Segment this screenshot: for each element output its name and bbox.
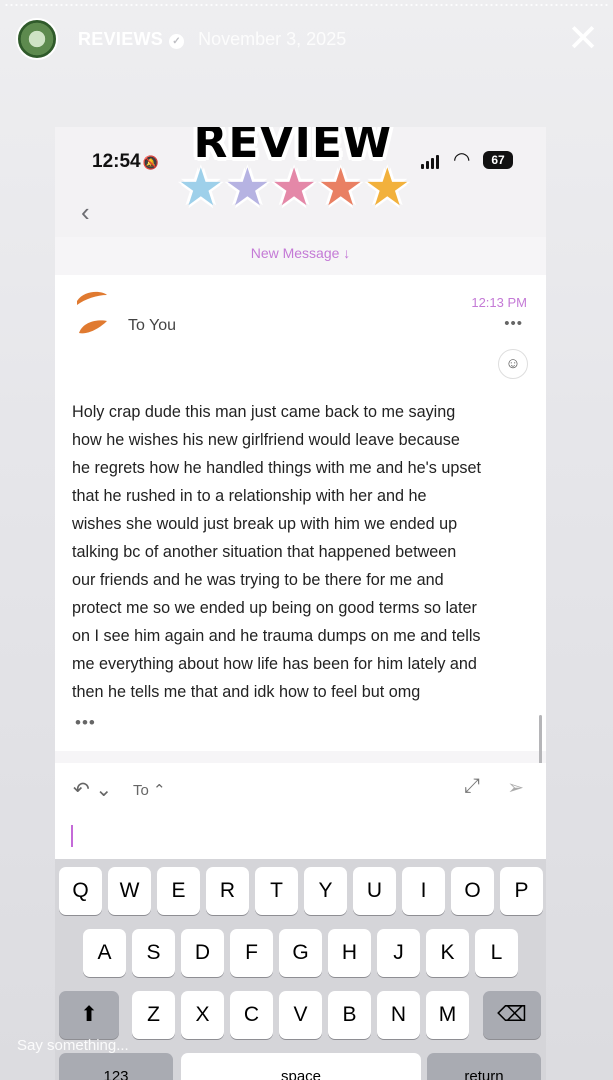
expand-icon[interactable]: ⤢: [464, 775, 480, 798]
story-date: November 3, 2025: [198, 28, 347, 49]
key-m[interactable]: M: [426, 991, 469, 1039]
text-cursor[interactable]: [71, 825, 73, 847]
key-g[interactable]: G: [279, 929, 322, 977]
message-line: talking bc of another situation that hap…: [72, 543, 457, 561]
story-progress-bar: [4, 4, 609, 6]
key-h[interactable]: H: [328, 929, 371, 977]
key-t[interactable]: T: [255, 867, 298, 915]
key-o[interactable]: O: [451, 867, 494, 915]
key-f[interactable]: F: [230, 929, 273, 977]
numbers-key[interactable]: 123: [59, 1053, 173, 1080]
key-a[interactable]: A: [83, 929, 126, 977]
back-chevron-icon[interactable]: ‹: [81, 197, 90, 228]
silent-bell-icon: 🔕: [142, 155, 159, 170]
message-line: on I see him again and he trauma dumps o…: [72, 627, 481, 645]
sender-logo-icon: [77, 291, 107, 334]
key-b[interactable]: B: [328, 991, 371, 1039]
battery-icon: 67: [483, 151, 513, 169]
wifi-icon: ◠: [453, 149, 471, 171]
message-body: Holy crap dude this man just came back t…: [72, 398, 524, 706]
key-q[interactable]: Q: [59, 867, 102, 915]
star-icon: ★: [363, 159, 411, 217]
message-card: To You 12:13 PM ••• ☺ Holy crap dude thi…: [55, 275, 546, 791]
key-p[interactable]: P: [500, 867, 543, 915]
key-n[interactable]: N: [377, 991, 420, 1039]
star-icon: ★: [270, 159, 318, 217]
send-icon[interactable]: ➢: [507, 775, 524, 800]
recipient-label: To You: [128, 317, 177, 334]
star-icon: ★: [224, 159, 271, 217]
key-r[interactable]: R: [206, 867, 249, 915]
star-icon: ★: [177, 159, 225, 217]
key-j[interactable]: J: [377, 929, 420, 977]
message-line: me everything about how life has been fo…: [72, 655, 477, 673]
screenshot-frame: 12:54 🔕 ◠ 67 ‹ REVIEW ★ ★ ★ ★ ★ New Messa…: [55, 127, 546, 1080]
key-e[interactable]: E: [157, 867, 200, 915]
return-key[interactable]: return: [427, 1053, 541, 1080]
key-y[interactable]: Y: [304, 867, 347, 915]
message-line: that he rushed in to a relationship with…: [72, 487, 427, 505]
expand-quote-button[interactable]: •••: [75, 713, 96, 733]
star-icon: ★: [317, 159, 364, 217]
key-l[interactable]: L: [475, 929, 518, 977]
account-name[interactable]: REVIEWS ✓: [78, 29, 185, 50]
new-message-indicator[interactable]: New Message ↓: [55, 245, 546, 261]
message-line: then he tells me that and idk how to fee…: [72, 683, 421, 701]
story-header: REVIEWS ✓ November 3, 2025 ✕: [16, 18, 599, 60]
message-line: our friends and he was trying to be ther…: [72, 571, 444, 589]
key-w[interactable]: W: [108, 867, 151, 915]
key-d[interactable]: D: [181, 929, 224, 977]
review-sticker: REVIEW ★ ★ ★ ★ ★: [163, 127, 425, 233]
message-line: protect me so we ended up being on good …: [72, 599, 477, 617]
backspace-icon[interactable]: ⌫: [483, 991, 541, 1039]
more-icon[interactable]: •••: [504, 315, 523, 332]
key-i[interactable]: I: [402, 867, 445, 915]
reply-icon[interactable]: ↶ ⌄: [73, 777, 112, 802]
close-icon[interactable]: ✕: [567, 20, 599, 58]
emoji-icon[interactable]: ☺: [498, 349, 528, 379]
account-avatar[interactable]: [16, 18, 58, 60]
key-c[interactable]: C: [230, 991, 273, 1039]
story-reply-input[interactable]: Say something...: [17, 1037, 129, 1054]
key-x[interactable]: X: [181, 991, 224, 1039]
message-time: 12:13 PM: [471, 295, 527, 310]
message-line: wishes she would just break up with him …: [72, 515, 458, 533]
reply-composer: ↶ ⌄ To ⌃ ⤢ ➢: [55, 763, 546, 859]
space-key[interactable]: space: [181, 1053, 421, 1080]
verified-icon: ✓: [169, 33, 185, 49]
sticker-stars: ★ ★ ★ ★ ★: [163, 157, 425, 219]
message-line: Holy crap dude this man just came back t…: [72, 403, 456, 421]
key-z[interactable]: Z: [132, 991, 175, 1039]
message-line: he regrets how he handled things with me…: [72, 459, 481, 477]
status-time: 12:54 🔕: [92, 151, 159, 172]
shift-icon[interactable]: ⬆: [59, 991, 119, 1039]
message-line: how he wishes his new girlfriend would l…: [72, 431, 460, 449]
key-v[interactable]: V: [279, 991, 322, 1039]
reply-to-field[interactable]: To ⌃: [133, 781, 166, 799]
key-s[interactable]: S: [132, 929, 175, 977]
key-k[interactable]: K: [426, 929, 469, 977]
key-u[interactable]: U: [353, 867, 396, 915]
